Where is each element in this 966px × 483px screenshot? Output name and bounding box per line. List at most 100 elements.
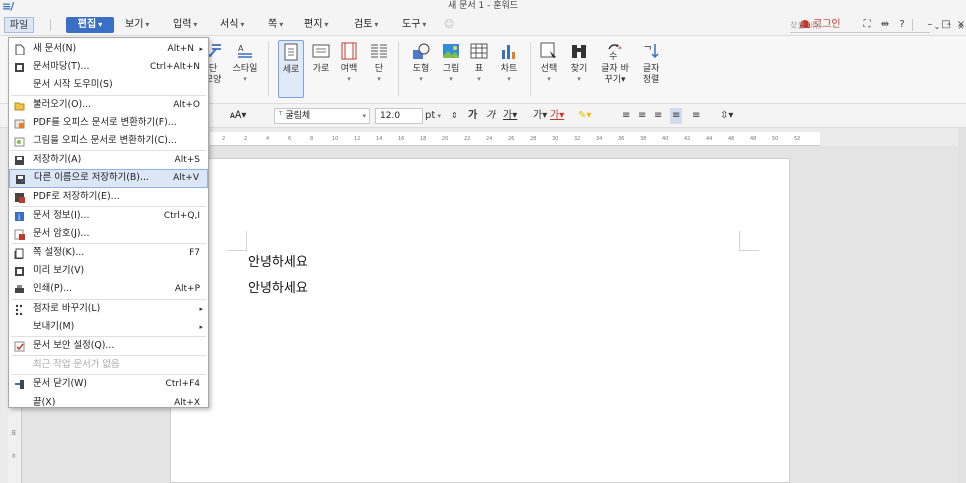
find-button[interactable]: 찾기 ▾ [564,42,594,84]
file-menu-item[interactable]: PDF로 저장하기(E)... [9,188,208,206]
portrait-button[interactable]: 세로 [278,40,304,98]
chevron-down-icon: ▾ [347,75,351,83]
file-menu-item[interactable]: 그림을 오피스 문서로 변환하기(C)... [9,132,208,150]
file-menu-item[interactable]: i 문서 정보(I)... Ctrl+Q,I [9,207,208,225]
select-label: 선택 [540,64,558,74]
menu-format[interactable]: 서식 ▾ [216,17,248,33]
picture-label: 그림 [442,64,460,74]
save-as-icon [16,175,25,185]
file-menu-item[interactable]: 저장하기(A) Alt+S [9,151,208,169]
file-menu-item[interactable]: 불러오기(O)... Alt+O [9,96,208,114]
menu-page[interactable]: 쪽 ▾ [264,17,287,33]
font-select[interactable]: ᵀ 굴림체 ▾ [274,108,370,124]
svg-text:i: i [18,213,20,222]
strike-button[interactable]: 가▾ [533,108,547,124]
size-stepper[interactable]: ⇕ [451,108,458,124]
file-menu-item[interactable]: 보내기(M) ▸ [9,318,208,336]
file-menu-item-label: 새 문서(N) [33,43,77,54]
chevron-down-icon: ▾ [435,112,442,120]
align-distribute-button[interactable]: ≡ [692,108,700,124]
file-menu-shortcut: F7 [189,248,200,259]
line-spacing-button[interactable]: ⇳▾ [720,108,733,124]
document-text-line[interactable]: 안녕하세요 [248,251,308,270]
crop-mark-right [739,231,759,251]
file-menu-item[interactable]: 새 문서(N) Alt+N ▸ [9,40,208,58]
shape-button[interactable]: 도형 ▾ [406,42,436,84]
menu-review[interactable]: 검토 ▾ [350,17,382,33]
file-menu-item[interactable]: 문서 보안 설정(Q)... [9,337,208,355]
chart-button[interactable]: 차트 ▾ [494,42,524,84]
landscape-button[interactable]: 가로 [306,42,336,75]
svg-text:ᄀ: ᄀ [643,46,652,57]
search-input[interactable]: 찾을 내용 [790,19,930,33]
file-menu-shortcut: Ctrl+Alt+N [149,62,200,73]
file-menu-item-label: 다른 이름으로 저장하기(B)... [34,172,149,184]
file-menu-item-label: 문서 시작 도우미(S) [33,79,113,91]
file-menu-item[interactable]: PDF를 오피스 문서로 변환하기(F)... [9,114,208,132]
chevron-down-icon: ▾ [477,75,481,83]
replace-icon: 수* [608,44,622,60]
font-size-input[interactable]: 12.0 [375,108,423,124]
bold-button[interactable]: 가 [468,108,477,124]
file-menu-item[interactable]: 문서 닫기(W) Ctrl+F4 [9,375,208,393]
file-menu-shortcut: Alt+P [174,284,200,295]
char-format-icon[interactable]: 🗚▾ [230,108,246,124]
security-icon [14,341,25,352]
font-unit-select[interactable]: pt ▾ [425,108,441,124]
close-icon[interactable]: × [956,19,966,35]
chart-icon [502,45,515,59]
vertical-scrollbar[interactable] [958,128,966,483]
document-text-line[interactable]: 안녕하세요 [248,277,308,296]
align-left-button[interactable]: ≡ [622,108,630,124]
picture-button[interactable]: 그림 ▾ [436,42,466,84]
file-menu-item[interactable]: 문서마당(T)... Ctrl+Alt+N [9,58,208,76]
column-icon [371,44,387,58]
file-menu-item[interactable]: 쪽 설정(K)... F7 [9,244,208,262]
align-justify-button[interactable]: ≡ [670,108,683,124]
replace-button[interactable]: 수 * 글자 바꾸기▾ [600,42,630,86]
font-color-button[interactable]: 가▾ [550,108,564,124]
menu-edit[interactable]: 편집 ▾ [66,17,114,33]
ruler-tick: 20 [442,136,449,142]
file-menu-item-label: 문서 암호(J)... [33,227,90,239]
info-icon: i [15,211,24,222]
align-right-button[interactable]: ≡ [654,108,662,124]
menu-view[interactable]: 보기 ▾ [121,17,153,33]
chevron-up-icon[interactable]: ⌃ [944,19,954,35]
file-menu-shortcut: Alt+O [173,99,200,110]
file-menu-item[interactable]: 인쇄(P)... Alt+P [9,280,208,298]
file-menu-item[interactable]: 미리 보기(V) [9,262,208,280]
margin-button[interactable]: 여백 ▾ [334,42,364,84]
menu-file[interactable]: 파일 [4,17,34,33]
italic-button[interactable]: 가 [486,108,495,124]
highlight-button[interactable]: ✎▾ [578,108,591,124]
ruler-tick: 8 [310,136,314,142]
ruler-tick: 36 [618,136,625,142]
ruler-tick: 2 [244,136,248,142]
file-menu-item[interactable]: 점자로 바꾸기(L) ▸ [9,300,208,318]
table-button[interactable]: 표 ▾ [464,42,494,84]
chevron-down-icon[interactable]: ⌄ [932,19,942,35]
menu-tools[interactable]: 도구 ▾ [398,17,430,33]
emoji-icon[interactable]: ☺ [440,17,458,33]
column-button[interactable]: 단 ▾ [364,42,394,84]
menu-tools-label: 도구 [402,19,421,30]
menu-insert[interactable]: 입력 ▾ [169,17,201,33]
menu-mail[interactable]: 편지 ▾ [300,17,332,33]
style-button[interactable]: A 스타일 ▾ [230,42,260,84]
sort-button[interactable]: ᄀ 글자 정렬 [636,42,666,86]
underline-button[interactable]: 가▾ [503,108,517,124]
file-menu-item[interactable]: 끝(X) Alt+X [9,394,208,412]
file-menu-item[interactable]: 다른 이름으로 저장하기(B)... Alt+V [9,169,208,188]
binoculars-icon [572,45,586,58]
file-menu-item[interactable]: 문서 시작 도우미(S) [9,76,208,94]
file-menu-item[interactable]: 문서 암호(J)... [9,225,208,243]
file-menu-item-label: 점자로 바꾸기(L) [33,302,101,314]
new-document-icon [15,44,25,55]
crop-mark-left [227,231,247,251]
select-button[interactable]: 선택 ▾ [534,42,564,84]
document-page[interactable] [170,158,790,483]
select-icon [540,42,556,58]
align-center-button[interactable]: ≡ [638,108,646,124]
ruler-tick: 32 [574,136,581,142]
